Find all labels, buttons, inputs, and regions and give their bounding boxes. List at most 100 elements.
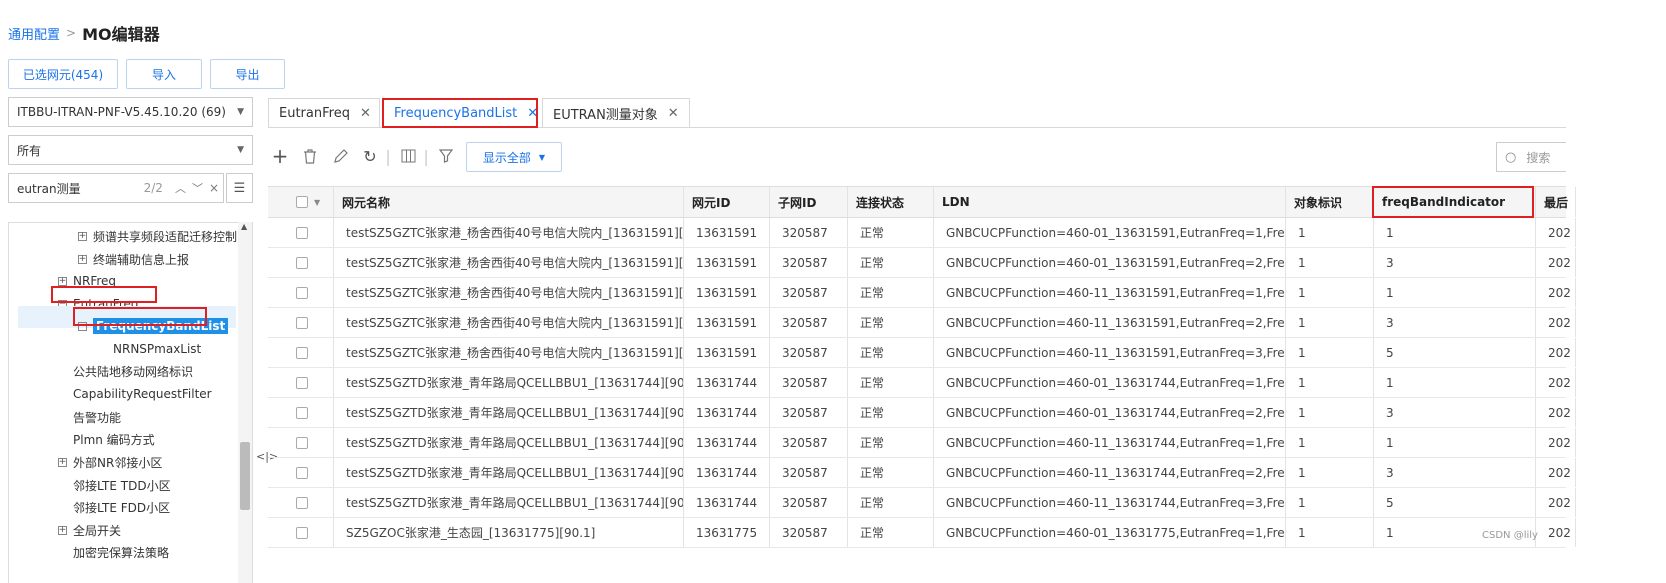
show-all-dropdown[interactable]: 显示全部 ▼ bbox=[466, 142, 562, 172]
table-search-field[interactable]: ○ 搜索 bbox=[1496, 142, 1566, 172]
table-cell: 320587 bbox=[770, 518, 848, 547]
table-cell: 5 bbox=[1374, 338, 1536, 367]
tree-node-label: CapabilityRequestFilter bbox=[73, 387, 212, 401]
table-cell: 正常 bbox=[848, 398, 934, 427]
row-checkbox[interactable] bbox=[296, 316, 308, 329]
table-row[interactable]: testSZ5GZTD张家港_青年路局QCELLBBU1_[13631744][… bbox=[268, 428, 1576, 458]
tree-node[interactable]: 邻接LTE TDD小区 bbox=[58, 475, 171, 495]
tree-search-input[interactable]: eutran测量 bbox=[17, 180, 81, 197]
row-checkbox[interactable] bbox=[296, 256, 308, 269]
add-icon[interactable]: + bbox=[270, 144, 290, 168]
table-cell: SZ5GZOC张家港_生态园_[13631775][90.1] bbox=[334, 518, 684, 547]
expand-icon[interactable]: + bbox=[58, 276, 67, 286]
chevron-down-icon: ▼ bbox=[237, 145, 244, 155]
tree-scrollbar[interactable] bbox=[238, 222, 252, 583]
table-cell: 202 bbox=[1536, 398, 1576, 427]
tree-node[interactable]: 公共陆地移动网络标识 bbox=[58, 361, 193, 381]
row-checkbox[interactable] bbox=[296, 226, 308, 239]
row-select-cell bbox=[268, 278, 334, 307]
table-row[interactable]: testSZ5GZTD张家港_青年路局QCELLBBU1_[13631744][… bbox=[268, 398, 1576, 428]
table-row[interactable]: SZ5GZOC张家港_生态园_[13631775][90.1] 13631775 3… bbox=[268, 518, 1576, 548]
column-header[interactable]: LDN bbox=[934, 187, 1286, 217]
tree-node[interactable]: + 外部NR邻接小区 bbox=[58, 452, 162, 472]
chevron-down-icon[interactable]: ▼ bbox=[314, 198, 320, 207]
columns-icon[interactable] bbox=[398, 144, 418, 168]
tree-node[interactable]: + 全局开关 bbox=[58, 520, 121, 540]
table-row[interactable]: testSZ5GZTC张家港_杨舍西街40号电信大院内_[13631591][9… bbox=[268, 248, 1576, 278]
table-cell: testSZ5GZTD张家港_青年路局QCELLBBU1_[13631744][… bbox=[334, 458, 684, 487]
table-row[interactable]: testSZ5GZTC张家港_杨舍西街40号电信大院内_[13631591][9… bbox=[268, 218, 1576, 248]
row-checkbox[interactable] bbox=[296, 406, 308, 419]
table-cell: GNBCUCPFunction=460-01_13631591,EutranFr… bbox=[934, 218, 1286, 247]
refresh-icon[interactable]: ↻ bbox=[360, 144, 380, 168]
clear-icon[interactable]: × bbox=[209, 181, 219, 195]
tab-eutran-measure[interactable]: EUTRAN测量对象 ✕ bbox=[542, 98, 690, 128]
column-header[interactable]: 网元名称 bbox=[334, 187, 684, 217]
edit-icon[interactable] bbox=[330, 144, 350, 168]
table-cell: 正常 bbox=[848, 458, 934, 487]
row-checkbox[interactable] bbox=[296, 286, 308, 299]
close-icon[interactable]: ✕ bbox=[360, 106, 371, 121]
tree-node[interactable]: + 频谱共享频段适配迁移控制 bbox=[78, 226, 237, 246]
tree-node[interactable]: CapabilityRequestFilter bbox=[58, 384, 212, 404]
tree-scrollbar-thumb[interactable] bbox=[240, 442, 250, 510]
column-header[interactable]: 连接状态 bbox=[848, 187, 934, 217]
chevron-up-icon[interactable]: ︿ bbox=[175, 180, 186, 196]
table-row[interactable]: testSZ5GZTD张家港_青年路局QCELLBBU1_[13631744][… bbox=[268, 368, 1576, 398]
chevron-down-icon[interactable]: ﹀ bbox=[192, 180, 203, 196]
scroll-up-icon[interactable]: ▲ bbox=[241, 222, 247, 231]
table-cell: testSZ5GZTC张家港_杨舍西街40号电信大院内_[13631591][9… bbox=[334, 308, 684, 337]
expand-icon[interactable]: + bbox=[58, 525, 67, 535]
tab-eutranfreq[interactable]: EutranFreq ✕ bbox=[268, 98, 380, 128]
table-row[interactable]: testSZ5GZTC张家港_杨舍西街40号电信大院内_[13631591][9… bbox=[268, 278, 1576, 308]
table-row[interactable]: testSZ5GZTC张家港_杨舍西街40号电信大院内_[13631591][9… bbox=[268, 308, 1576, 338]
table-row[interactable]: testSZ5GZTD张家港_青年路局QCELLBBU1_[13631744][… bbox=[268, 458, 1576, 488]
expand-icon[interactable]: + bbox=[78, 254, 87, 264]
table-cell: testSZ5GZTD张家港_青年路局QCELLBBU1_[13631744][… bbox=[334, 398, 684, 427]
column-header[interactable]: 子网ID bbox=[770, 187, 848, 217]
table-search-input[interactable]: 搜索 bbox=[1526, 149, 1550, 166]
filter-icon[interactable] bbox=[436, 144, 456, 168]
expand-icon[interactable]: + bbox=[78, 231, 87, 241]
column-header[interactable]: 最后 bbox=[1536, 187, 1576, 217]
column-header[interactable]: 对象标识 bbox=[1286, 187, 1374, 217]
row-checkbox[interactable] bbox=[296, 466, 308, 479]
tree-node[interactable]: Plmn 编码方式 bbox=[58, 429, 155, 449]
tree-node-label: 告警功能 bbox=[73, 410, 122, 425]
tree-options-button[interactable]: ☰ bbox=[226, 173, 253, 203]
delete-icon[interactable] bbox=[300, 144, 320, 168]
table-cell: testSZ5GZTC张家港_杨舍西街40号电信大院内_[13631591][9… bbox=[334, 338, 684, 367]
selected-ne-button[interactable]: 已选网元(454) bbox=[8, 59, 118, 89]
row-checkbox[interactable] bbox=[296, 436, 308, 449]
tree-node[interactable]: NRNSPmaxList bbox=[98, 339, 201, 359]
select-all-checkbox[interactable] bbox=[296, 196, 308, 208]
tree-node[interactable]: + 终端辅助信息上报 bbox=[78, 249, 189, 269]
version-select[interactable]: ITBBU-ITRAN-PNF-V5.45.10.20 (69) ▼ bbox=[8, 97, 253, 127]
table-row[interactable]: testSZ5GZTC张家港_杨舍西街40号电信大院内_[13631591][9… bbox=[268, 338, 1576, 368]
close-icon[interactable]: ✕ bbox=[527, 106, 538, 121]
close-icon[interactable]: ✕ bbox=[668, 106, 679, 121]
row-checkbox[interactable] bbox=[296, 346, 308, 359]
tree-node[interactable]: 告警功能 bbox=[58, 407, 121, 427]
table-cell: testSZ5GZTD张家港_青年路局QCELLBBU1_[13631744][… bbox=[334, 428, 684, 457]
expand-icon[interactable]: + bbox=[58, 457, 67, 467]
tree-node-label: 外部NR邻接小区 bbox=[73, 455, 163, 470]
row-checkbox[interactable] bbox=[296, 496, 308, 509]
table-cell: 13631744 bbox=[684, 398, 770, 427]
tree-node[interactable]: 加密完保算法策略 bbox=[58, 542, 169, 562]
table-cell: 13631591 bbox=[684, 218, 770, 247]
tree-node[interactable]: 邻接LTE FDD小区 bbox=[58, 497, 170, 517]
scope-select[interactable]: 所有 ▼ bbox=[8, 135, 253, 165]
column-header[interactable]: 网元ID bbox=[684, 187, 770, 217]
tree-search-field[interactable]: eutran测量 2/2 ︿ ﹀ × bbox=[8, 173, 224, 203]
row-checkbox[interactable] bbox=[296, 376, 308, 389]
breadcrumb-parent-link[interactable]: 通用配置 bbox=[8, 24, 60, 43]
row-checkbox[interactable] bbox=[296, 526, 308, 539]
table-cell: 正常 bbox=[848, 488, 934, 517]
row-select-cell bbox=[268, 218, 334, 247]
tab-frequencybandlist[interactable]: FrequencyBandList ✕ bbox=[382, 98, 538, 128]
table-row[interactable]: testSZ5GZTD张家港_青年路局QCELLBBU1_[13631744][… bbox=[268, 488, 1576, 518]
export-button[interactable]: 导出 bbox=[210, 59, 285, 89]
table-cell: 1 bbox=[1374, 218, 1536, 247]
import-button[interactable]: 导入 bbox=[126, 59, 202, 89]
